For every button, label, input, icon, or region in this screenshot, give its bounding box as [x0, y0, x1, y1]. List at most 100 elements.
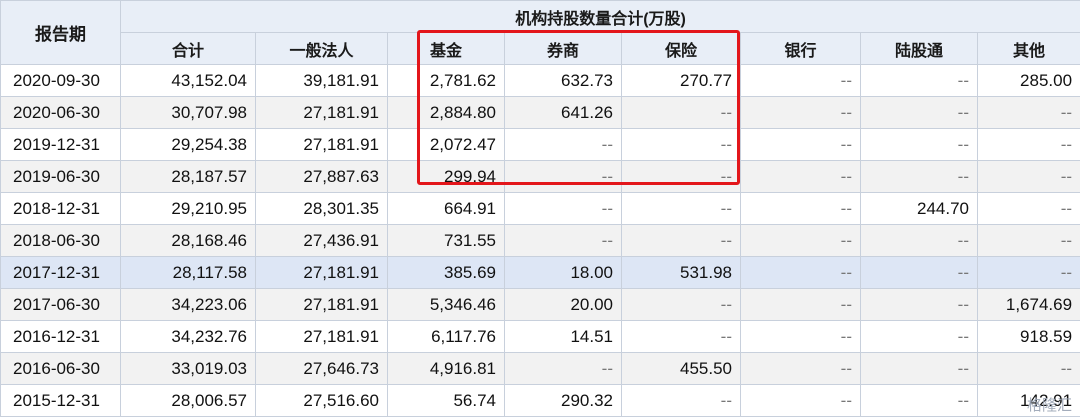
value-cell: --: [504, 352, 622, 385]
date-cell: 2016-12-31: [0, 320, 121, 353]
value-cell: 56.74: [387, 384, 505, 417]
value-cell: --: [860, 320, 978, 353]
value-cell: 27,181.91: [255, 320, 388, 353]
column-header[interactable]: 合计: [120, 32, 256, 65]
value-cell: 1,674.69: [976, 288, 1080, 321]
column-header[interactable]: 券商: [504, 32, 622, 65]
value-cell: --: [860, 256, 978, 289]
value-cell: --: [860, 224, 978, 257]
group-header: 机构持股数量合计(万股): [119, 0, 1080, 33]
value-cell: --: [740, 192, 861, 225]
value-cell: --: [740, 224, 861, 257]
value-cell: 5,346.46: [387, 288, 505, 321]
value-cell: --: [740, 288, 861, 321]
column-header[interactable]: 其他: [976, 32, 1080, 65]
value-cell: --: [621, 224, 741, 257]
value-cell: 2,781.62: [387, 64, 505, 97]
value-cell: 33,019.03: [120, 352, 256, 385]
value-cell: 27,516.60: [255, 384, 388, 417]
value-cell: --: [621, 128, 741, 161]
value-cell: --: [976, 160, 1080, 193]
value-cell: 14.51: [504, 320, 622, 353]
value-cell: 28,117.58: [120, 256, 256, 289]
value-cell: --: [740, 320, 861, 353]
value-cell: --: [860, 288, 978, 321]
value-cell: --: [976, 128, 1080, 161]
value-cell: 285.00: [976, 64, 1080, 97]
column-header[interactable]: 陆股通: [860, 32, 978, 65]
table-row[interactable]: 2020-09-30 43,152.04 39,181.91 2,781.62 632.…: [0, 64, 1080, 97]
value-cell: --: [504, 224, 622, 257]
value-cell: 244.70: [860, 192, 978, 225]
table-row[interactable]: 2016-12-31 34,232.76 27,181.91 6,117.76 14.5…: [0, 320, 1080, 353]
value-cell: --: [976, 256, 1080, 289]
date-cell: 2019-12-31: [0, 128, 121, 161]
date-cell: 2020-06-30: [0, 96, 121, 129]
value-cell: 34,223.06: [120, 288, 256, 321]
value-cell: --: [976, 96, 1080, 129]
value-cell: 4,916.81: [387, 352, 505, 385]
value-cell: 27,181.91: [255, 128, 388, 161]
table-row[interactable]: 2019-12-31 29,254.38 27,181.91 2,072.47 -- --…: [0, 128, 1080, 161]
table-row[interactable]: 2016-06-30 33,019.03 27,646.73 4,916.81 -- 45…: [0, 352, 1080, 385]
value-cell: 27,181.91: [255, 256, 388, 289]
value-cell: --: [740, 128, 861, 161]
value-cell: 28,168.46: [120, 224, 256, 257]
value-cell: --: [860, 160, 978, 193]
value-cell: --: [621, 288, 741, 321]
table-row[interactable]: 2019-06-30 28,187.57 27,887.63 299.94 -- -- --…: [0, 160, 1080, 193]
value-cell: --: [860, 96, 978, 129]
value-cell: 2,884.80: [387, 96, 505, 129]
value-cell: --: [740, 384, 861, 417]
column-header[interactable]: 基金: [387, 32, 505, 65]
value-cell: 270.77: [621, 64, 741, 97]
value-cell: 385.69: [387, 256, 505, 289]
value-cell: 29,210.95: [120, 192, 256, 225]
value-cell: 664.91: [387, 192, 505, 225]
column-header[interactable]: 银行: [740, 32, 861, 65]
table-row[interactable]: 2017-06-30 34,223.06 27,181.91 5,346.46 20.0…: [0, 288, 1080, 321]
value-cell: --: [621, 384, 741, 417]
value-cell: --: [860, 64, 978, 97]
value-cell: 299.94: [387, 160, 505, 193]
value-cell: 6,117.76: [387, 320, 505, 353]
value-cell: --: [740, 160, 861, 193]
table-row[interactable]: 2018-06-30 28,168.46 27,436.91 731.55 -- -- --…: [0, 224, 1080, 257]
value-cell: 731.55: [387, 224, 505, 257]
value-cell: 28,187.57: [120, 160, 256, 193]
date-cell: 2017-06-30: [0, 288, 121, 321]
table-row[interactable]: 2017-12-31 28,117.58 27,181.91 385.69 18.00 5…: [0, 256, 1080, 289]
value-cell: 30,707.98: [120, 96, 256, 129]
value-cell: --: [976, 224, 1080, 257]
value-cell: --: [976, 352, 1080, 385]
value-cell: --: [621, 320, 741, 353]
value-cell: 641.26: [504, 96, 622, 129]
date-cell: 2015-12-31: [0, 384, 121, 417]
date-cell: 2019-06-30: [0, 160, 121, 193]
column-header[interactable]: 保险: [621, 32, 741, 65]
value-cell: --: [740, 352, 861, 385]
value-cell: 20.00: [504, 288, 622, 321]
value-cell: 28,301.35: [255, 192, 388, 225]
value-cell: --: [860, 352, 978, 385]
date-cell: 2016-06-30: [0, 352, 121, 385]
watermark-logo: 格隆汇: [1026, 396, 1072, 414]
table-row[interactable]: 2020-06-30 30,707.98 27,181.91 2,884.80 641.…: [0, 96, 1080, 129]
date-cell: 2020-09-30: [0, 64, 121, 97]
value-cell: --: [621, 192, 741, 225]
column-header[interactable]: 一般法人: [255, 32, 388, 65]
value-cell: 455.50: [621, 352, 741, 385]
holdings-table: 报告期 机构持股数量合计(万股) 合计 一般法人 基金 券商 保险 银行 陆股通 其他 202…: [0, 0, 1080, 417]
value-cell: --: [740, 96, 861, 129]
value-cell: 43,152.04: [120, 64, 256, 97]
date-cell: 2018-12-31: [0, 192, 121, 225]
value-cell: --: [740, 256, 861, 289]
value-cell: --: [621, 160, 741, 193]
date-column-header[interactable]: 报告期: [0, 0, 121, 65]
table-row[interactable]: 2015-12-31 28,006.57 27,516.60 56.74 290.32-…: [0, 384, 1080, 417]
table-row[interactable]: 2018-12-31 29,210.95 28,301.35 664.91 -- -- --…: [0, 192, 1080, 225]
date-cell: 2018-06-30: [0, 224, 121, 257]
value-cell: 29,254.38: [120, 128, 256, 161]
value-cell: --: [504, 128, 622, 161]
value-cell: 918.59: [976, 320, 1080, 353]
